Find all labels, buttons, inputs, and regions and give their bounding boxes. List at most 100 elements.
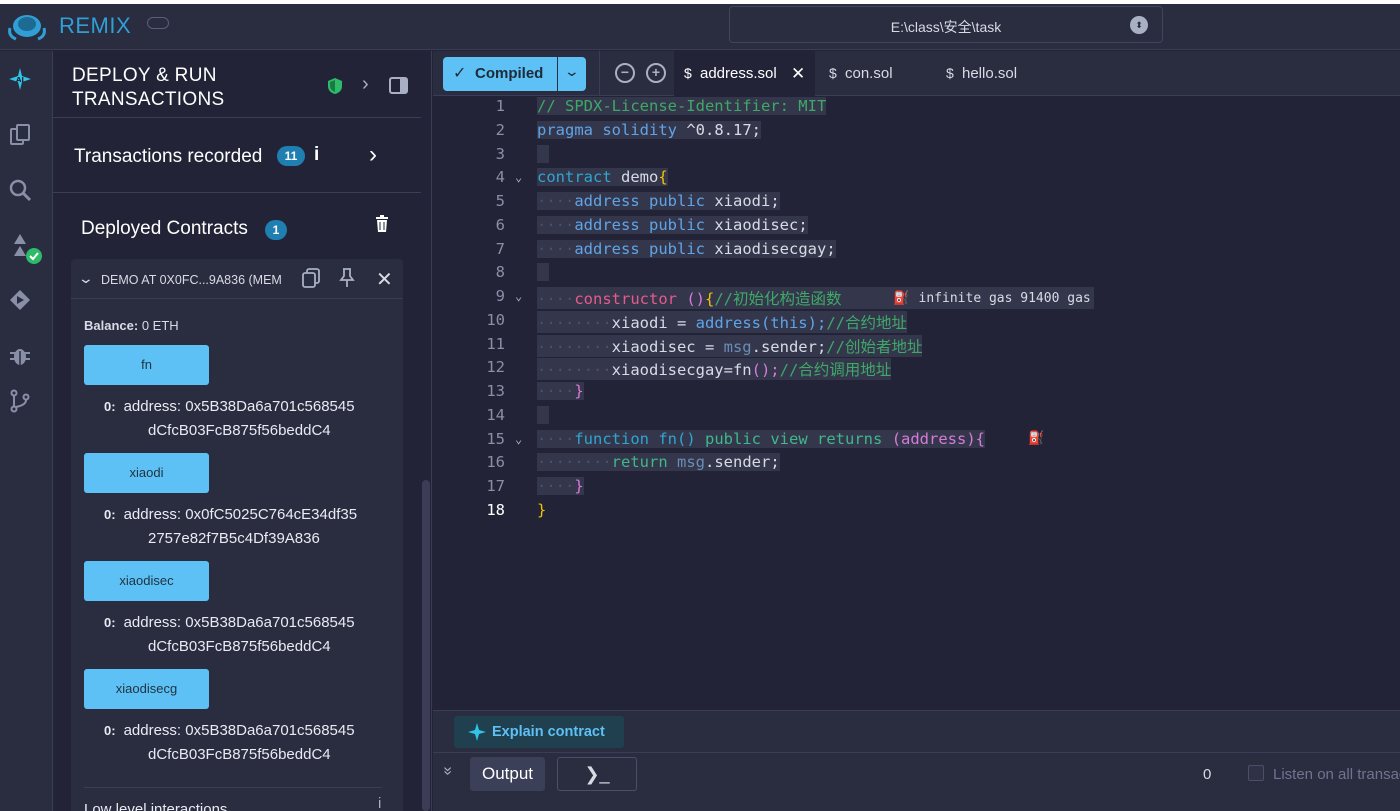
- line-number: 11: [486, 335, 505, 353]
- code-line-16: ········return msg.sender;: [537, 453, 780, 471]
- top-bar: REMIX E:\class\安全\task ⬍: [0, 0, 1400, 50]
- solidity-file-icon: $: [684, 65, 692, 81]
- xiaodi-call-button[interactable]: xiaodi: [84, 453, 209, 493]
- fold-chevron-icon[interactable]: ⌄: [515, 289, 522, 303]
- divider: [53, 192, 421, 193]
- line-number: 3: [495, 145, 505, 163]
- line-number: 6: [495, 216, 505, 234]
- trash-icon[interactable]: [375, 215, 389, 232]
- solidity-compiler-icon[interactable]: [8, 232, 46, 266]
- line-number: 15: [486, 430, 505, 448]
- debugger-icon[interactable]: [8, 343, 32, 367]
- contract-name: DEMO AT 0X0FC...9A836 (MEM: [101, 273, 282, 287]
- copy-icon[interactable]: [302, 268, 320, 288]
- panel-title: DEPLOY & RUN TRANSACTIONS: [72, 64, 224, 112]
- line-number: 16: [486, 453, 505, 471]
- code-editor[interactable]: 1 2 3 4 5 6 7 8 9 10 11 12 13 14 15 16 1…: [433, 96, 1400, 710]
- output-button[interactable]: Output: [470, 757, 545, 791]
- panel-toggle-icon[interactable]: [389, 77, 408, 94]
- fn-result: 0: address: 0x5B38Da6a701c568545 dCfcB03F…: [104, 395, 355, 443]
- line-number: 10: [486, 311, 505, 329]
- line-number: 1: [495, 97, 505, 115]
- line-number: 2: [495, 121, 505, 139]
- file-explorer-icon[interactable]: [8, 123, 32, 147]
- tab-address-sol[interactable]: $ address.sol ✕: [674, 51, 815, 96]
- compile-dropdown[interactable]: ⌄: [558, 57, 586, 91]
- contract-header[interactable]: ⌄ DEMO AT 0X0FC...9A836 (MEM ✕: [71, 259, 403, 299]
- workspace-selector[interactable]: E:\class\安全\task ⬍: [729, 6, 1163, 43]
- code-line-17: ····}: [537, 477, 584, 495]
- code-line-7: ····address public xiaodisecgay;: [537, 240, 836, 258]
- close-icon[interactable]: ✕: [376, 267, 393, 292]
- gas-pump-icon: ⛽: [893, 291, 910, 306]
- explain-bar: Explain contract: [433, 710, 1400, 752]
- result-line2: dCfcB03FcB875f56beddC4: [148, 422, 331, 439]
- balance: Balance: 0 ETH: [84, 318, 179, 333]
- code-line-1: // SPDX-License-Identifier: MIT: [537, 97, 827, 115]
- search-icon[interactable]: [8, 178, 32, 202]
- explain-contract-button[interactable]: Explain contract: [454, 716, 624, 748]
- low-level-interactions-label: Low level interactions: [84, 801, 228, 811]
- result-line2: dCfcB03FcB875f56beddC4: [148, 638, 331, 655]
- compile-button[interactable]: ✓ Compiled: [443, 57, 557, 91]
- result-line2: 2757e82f7B5c4Df39A836: [148, 530, 320, 547]
- result-index: 0:: [104, 399, 116, 414]
- code-line-2: pragma solidity ^0.8.17;: [537, 121, 761, 139]
- code-line-6: ····address public xiaodisec;: [537, 216, 808, 234]
- code-line-14: [537, 406, 549, 424]
- editor-tab-bar: ✓ Compiled ⌄ − + $ address.sol ✕ $ con.s…: [433, 51, 1400, 96]
- close-tab-icon[interactable]: ✕: [791, 51, 805, 96]
- chevron-right-icon[interactable]: ›: [362, 73, 369, 96]
- result-line1: address: 0x5B38Da6a701c568545: [123, 722, 355, 739]
- tab-hello-sol[interactable]: $ hello.sol: [936, 51, 1056, 96]
- xiaodisec-call-button[interactable]: xiaodisec: [84, 561, 209, 601]
- icon-rail: AI: [0, 51, 53, 811]
- gas-pump-icon: ⛽: [1028, 431, 1045, 446]
- terminal-icon[interactable]: ❯_: [557, 757, 637, 791]
- fold-chevron-icon[interactable]: ⌄: [515, 170, 522, 184]
- chevron-down-icon: ⌄: [563, 63, 581, 79]
- xiaodisec-result: 0: address: 0x5B38Da6a701c568545 dCfcB03F…: [104, 611, 355, 659]
- fold-chevron-icon[interactable]: ⌄: [515, 432, 522, 446]
- explain-contract-label: Explain contract: [492, 724, 605, 740]
- chevron-right-icon[interactable]: ›: [369, 141, 377, 169]
- line-number: 7: [495, 240, 505, 258]
- terminal-bar: » Output ❯_ 0 Listen on all transactions: [433, 752, 1400, 811]
- listen-all-checkbox[interactable]: [1248, 765, 1264, 781]
- solidity-file-icon: $: [829, 65, 837, 81]
- chevron-down-icon[interactable]: ⌄: [78, 270, 94, 287]
- line-number: 17: [486, 477, 505, 495]
- line-number: 13: [486, 382, 505, 400]
- result-index: 0:: [104, 615, 116, 630]
- info-icon[interactable]: i: [378, 795, 381, 811]
- ai-sparkle-icon: [468, 723, 486, 741]
- shield-verified-icon: [328, 78, 342, 94]
- check-icon: ✓: [453, 65, 467, 82]
- collapse-terminal-icon[interactable]: »: [438, 767, 456, 776]
- result-line2: dCfcB03FcB875f56beddC4: [148, 746, 331, 763]
- divider: [599, 51, 600, 96]
- code-line-3: [537, 145, 549, 163]
- theme-toggle[interactable]: [147, 17, 169, 29]
- ai-icon[interactable]: AI: [8, 67, 32, 91]
- listen-all-label: Listen on all transactions: [1273, 766, 1400, 783]
- code-line-4: contract demo{: [537, 168, 668, 186]
- line-number: 5: [495, 192, 505, 210]
- code-line-11: ········xiaodisec = msg.sender;//创始者地址: [537, 335, 923, 357]
- code-line-10: ········xiaodi = address(this);//合约地址: [537, 311, 907, 333]
- pin-icon[interactable]: [339, 268, 355, 288]
- transactions-recorded-label: Transactions recorded: [74, 146, 263, 167]
- code-line-15: ····function fn() public view returns (a…: [537, 430, 986, 448]
- zoom-in-icon[interactable]: +: [646, 63, 666, 83]
- panel-scrollbar[interactable]: [422, 480, 430, 811]
- git-icon[interactable]: [8, 389, 32, 413]
- xiaodisecg-call-button[interactable]: xiaodisecg: [84, 669, 209, 709]
- workspace-path: E:\class\安全\task: [890, 19, 1002, 35]
- tab-con-sol[interactable]: $ con.sol: [819, 51, 929, 96]
- fn-call-button[interactable]: fn: [84, 345, 209, 385]
- code-line-8: [537, 263, 549, 281]
- info-icon[interactable]: i: [314, 144, 319, 166]
- code-line-12: ········xiaodisecgay=fn();//合约调用地址: [537, 358, 892, 380]
- zoom-out-icon[interactable]: −: [615, 63, 635, 83]
- deploy-run-icon[interactable]: [8, 288, 32, 312]
